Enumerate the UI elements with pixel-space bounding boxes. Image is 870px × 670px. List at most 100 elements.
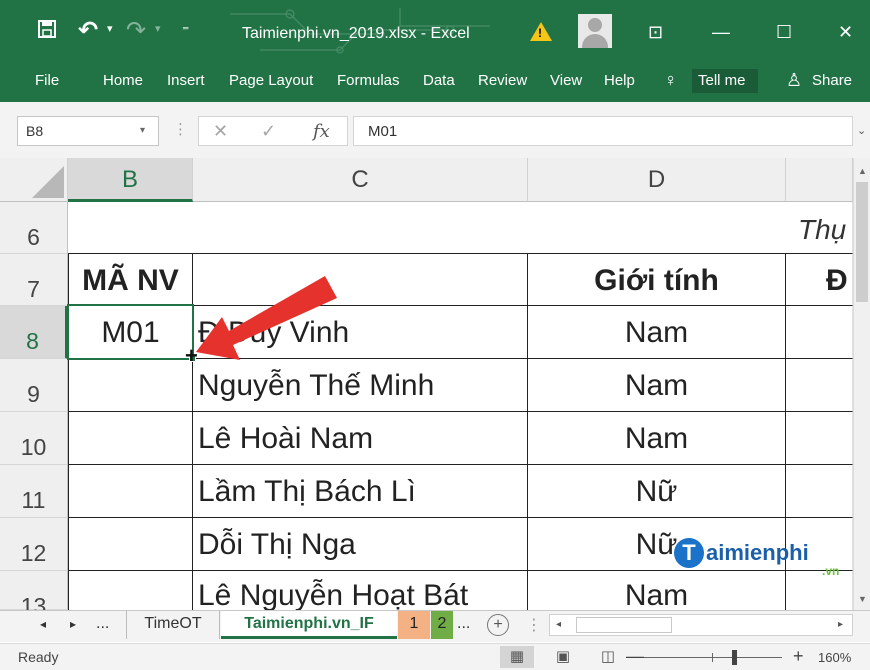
save-icon[interactable] xyxy=(38,20,56,43)
scroll-right-icon[interactable]: ▸ xyxy=(838,619,843,630)
warning-glyph: ! xyxy=(538,26,542,40)
horizontal-scroll-thumb[interactable] xyxy=(576,617,672,633)
cell-b11[interactable] xyxy=(68,465,193,518)
normal-view-icon[interactable]: ▦ xyxy=(500,646,534,668)
scroll-up-icon[interactable]: ▲ xyxy=(858,166,867,176)
cell-d9[interactable]: Nam xyxy=(528,359,786,412)
row-header-8[interactable]: 8 xyxy=(0,306,68,359)
cell-c10[interactable]: Lê Hoài Nam xyxy=(193,412,528,465)
add-sheet-icon[interactable]: + xyxy=(487,614,509,636)
vertical-scroll-thumb[interactable] xyxy=(856,182,868,302)
insert-function-icon[interactable]: fx xyxy=(313,121,330,142)
ribbon-display-options-icon[interactable]: ⊡ xyxy=(648,22,663,43)
cell-e6[interactable]: Thụ xyxy=(786,202,853,254)
cell-c11[interactable]: Lầm Thị Bách Lì xyxy=(193,465,528,518)
cell-b13[interactable] xyxy=(68,571,193,610)
cancel-icon[interactable]: ✕ xyxy=(213,121,228,142)
cell-b6-d6[interactable] xyxy=(68,202,786,254)
sheet-tab-taimienphi-if[interactable]: Taimienphi.vn_IF xyxy=(221,611,397,639)
column-header-b[interactable]: B xyxy=(68,158,193,202)
sheet-tab-timeot[interactable]: TimeOT xyxy=(126,611,220,639)
vertical-scrollbar[interactable]: ▲ ▼ xyxy=(853,158,870,610)
share-button[interactable]: Share xyxy=(812,72,852,89)
customize-quick-access-icon[interactable]: ⁼ xyxy=(182,22,189,39)
scroll-down-icon[interactable]: ▼ xyxy=(858,594,867,604)
zoom-in-button[interactable]: + xyxy=(793,646,804,667)
cell-b12[interactable] xyxy=(68,518,193,571)
more-sheets-right[interactable]: ... xyxy=(457,611,470,639)
row-header-10[interactable]: 10 xyxy=(0,412,68,465)
cell-e10[interactable] xyxy=(786,412,853,465)
window-title: Taimienphi.vn_2019.xlsx - Excel xyxy=(242,25,470,42)
header-ma-nv[interactable]: MÃ NV xyxy=(68,253,193,306)
prev-sheet-icon[interactable]: ◂ xyxy=(40,617,46,631)
row-header-9[interactable]: 9 xyxy=(0,359,68,412)
more-sheets-left[interactable]: ... xyxy=(96,611,109,639)
tab-split-grip-icon[interactable]: ⋮ xyxy=(526,611,542,639)
cell-c8[interactable]: Đ Duy Vinh xyxy=(193,306,528,359)
cell-e13[interactable] xyxy=(786,571,853,610)
page-break-view-icon[interactable]: ◫ xyxy=(591,646,625,668)
cell-d10[interactable]: Nam xyxy=(528,412,786,465)
warning-icon[interactable]: ! xyxy=(530,22,552,41)
expand-formula-bar-icon[interactable]: ⌄ xyxy=(857,124,866,137)
row-header-6[interactable]: 6 xyxy=(0,202,68,254)
cell-b9[interactable] xyxy=(68,359,193,412)
undo-icon[interactable]: ↶ xyxy=(78,16,98,45)
row-header-11[interactable]: 11 xyxy=(0,465,68,518)
tab-insert[interactable]: Insert xyxy=(167,72,205,89)
tab-review[interactable]: Review xyxy=(478,72,527,89)
tab-data[interactable]: Data xyxy=(423,72,455,89)
zoom-level[interactable]: 160% xyxy=(818,650,851,665)
column-header-d[interactable]: D xyxy=(528,158,786,202)
cell-c13[interactable]: Lê Nguyễn Hoạt Bát xyxy=(193,571,528,610)
enter-icon[interactable]: ✓ xyxy=(261,121,276,142)
zoom-slider-thumb[interactable] xyxy=(732,650,737,665)
column-header-e[interactable] xyxy=(786,158,853,202)
name-box-dropdown-icon[interactable]: ▾ xyxy=(140,125,145,136)
header-gioi-tinh[interactable]: Giới tính xyxy=(528,253,786,306)
cell-d8[interactable]: Nam xyxy=(528,306,786,359)
row-header-13[interactable]: 13 xyxy=(0,571,68,619)
cell-c12[interactable]: Dỗi Thị Nga xyxy=(193,518,528,571)
zoom-slider[interactable] xyxy=(644,657,782,658)
tab-file[interactable]: File xyxy=(35,72,59,89)
zoom-out-button[interactable]: — xyxy=(626,646,644,667)
cell-e11[interactable] xyxy=(786,465,853,518)
horizontal-scrollbar[interactable]: ◂ ▸ xyxy=(549,614,853,636)
page-layout-view-icon[interactable]: ▣ xyxy=(546,646,580,668)
tab-page-layout[interactable]: Page Layout xyxy=(229,72,313,89)
redo-icon[interactable]: ↷ xyxy=(126,16,146,45)
tab-home[interactable]: Home xyxy=(103,72,143,89)
name-box[interactable]: B8 ▾ xyxy=(17,116,159,146)
sheet-tab-1[interactable]: 1 xyxy=(398,611,430,639)
tell-me-box[interactable]: Tell me xyxy=(692,69,758,93)
minimize-button[interactable]: — xyxy=(712,22,730,43)
redo-dropdown-icon[interactable]: ▾ xyxy=(155,22,161,35)
formula-input[interactable]: M01 xyxy=(353,116,853,146)
tab-help[interactable]: Help xyxy=(604,72,635,89)
next-sheet-icon[interactable]: ▸ xyxy=(70,617,76,631)
status-text: Ready xyxy=(18,649,59,665)
scroll-left-icon[interactable]: ◂ xyxy=(556,619,561,630)
column-header-c[interactable]: C xyxy=(193,158,528,202)
cell-d13[interactable]: Nam xyxy=(528,571,786,610)
header-next[interactable]: Đ xyxy=(786,253,853,306)
tab-formulas[interactable]: Formulas xyxy=(337,72,400,89)
cell-b10[interactable] xyxy=(68,412,193,465)
undo-dropdown-icon[interactable]: ▾ xyxy=(107,22,113,35)
watermark-text: aimienphi xyxy=(706,540,809,565)
close-button[interactable]: ✕ xyxy=(838,22,853,43)
fill-cursor-icon: + xyxy=(185,343,198,368)
cell-d11[interactable]: Nữ xyxy=(528,465,786,518)
cell-c9[interactable]: Nguyễn Thế Minh xyxy=(193,359,528,412)
cell-e8[interactable] xyxy=(786,306,853,359)
avatar[interactable] xyxy=(578,14,612,48)
tab-view[interactable]: View xyxy=(550,72,582,89)
row-header-12[interactable]: 12 xyxy=(0,518,68,571)
sheet-tab-2[interactable]: 2 xyxy=(431,611,453,639)
maximize-button[interactable]: ☐ xyxy=(776,22,792,43)
row-header-7[interactable]: 7 xyxy=(0,254,68,306)
cell-e9[interactable] xyxy=(786,359,853,412)
header-ho-ten[interactable] xyxy=(193,253,528,306)
